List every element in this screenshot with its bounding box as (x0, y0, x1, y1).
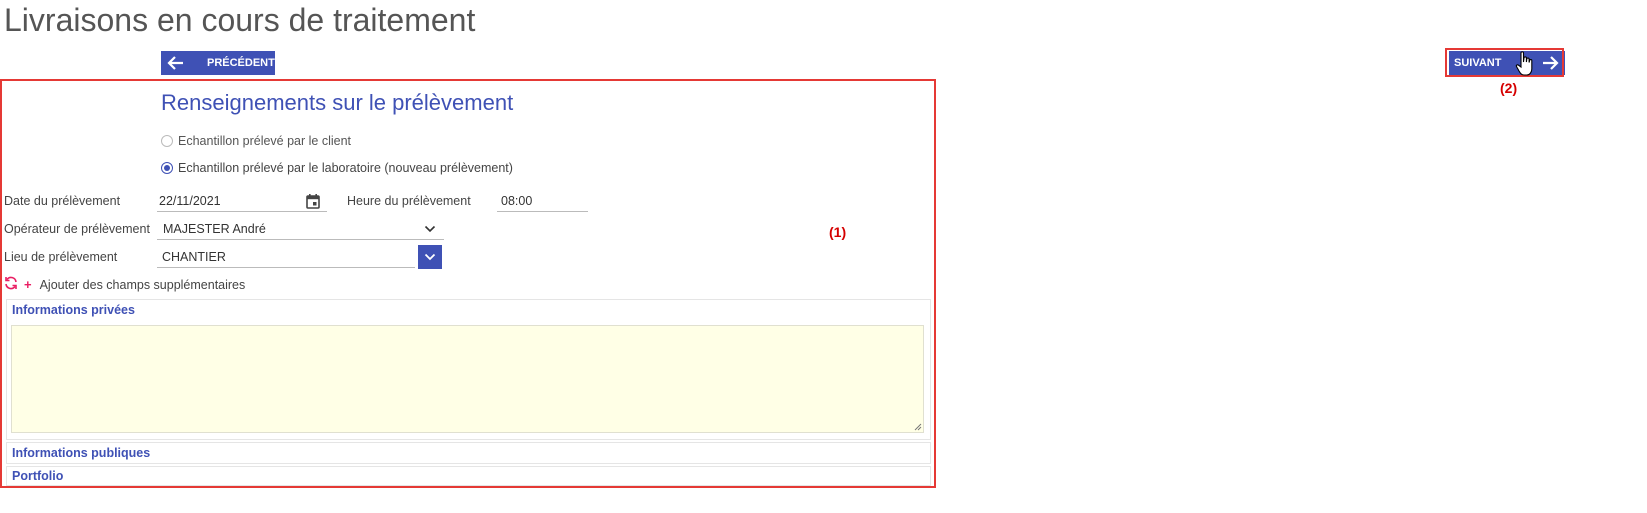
arrow-left-icon (163, 51, 187, 75)
place-value: CHANTIER (162, 249, 226, 264)
private-info-header[interactable]: Informations privées (7, 300, 930, 320)
private-info-section: Informations privées (6, 299, 931, 440)
date-label: Date du prélèvement (4, 194, 121, 208)
hand-cursor-icon (1515, 50, 1535, 78)
annotation-next: (2) (1500, 80, 1518, 96)
date-field[interactable]: 22/11/2021 (157, 190, 327, 212)
radio-button[interactable] (161, 162, 173, 174)
previous-button[interactable]: PRÉCÉDENT (161, 51, 275, 75)
place-label: Lieu de prélèvement (4, 250, 118, 264)
place-dropdown-button[interactable] (418, 245, 442, 269)
calendar-icon[interactable] (305, 193, 321, 209)
place-field[interactable]: CHANTIER (157, 246, 415, 268)
radio-button[interactable] (161, 135, 173, 147)
public-info-header[interactable]: Informations publiques (7, 443, 930, 463)
page-title: Livraisons en cours de traitement (4, 2, 476, 38)
section-title: Renseignements sur le prélèvement (161, 90, 514, 115)
radio-label: Echantillon prélevé par le client (178, 134, 352, 148)
radio-label: Echantillon prélevé par le laboratoire (… (178, 161, 513, 175)
next-button[interactable]: SUIVANT (1449, 51, 1565, 75)
chevron-down-icon (422, 221, 438, 237)
date-value: 22/11/2021 (159, 193, 221, 208)
annotation-panel: (1) (829, 224, 847, 240)
time-label: Heure du prélèvement (347, 194, 471, 208)
public-info-section: Informations publiques (6, 442, 931, 464)
chevron-down-icon (424, 253, 436, 261)
operator-value: MAJESTER André (163, 221, 266, 236)
arrow-right-icon (1539, 51, 1563, 75)
time-value: 08:00 (501, 193, 533, 208)
time-field[interactable]: 08:00 (497, 190, 588, 212)
portfolio-section: Portfolio (6, 466, 931, 486)
private-info-textarea[interactable] (11, 325, 924, 433)
resize-grip-icon[interactable] (913, 422, 922, 431)
operator-select[interactable]: MAJESTER André (157, 218, 444, 240)
refresh-icon[interactable] (4, 276, 18, 293)
radio-lab-sampled[interactable]: Echantillon prélevé par le laboratoire (… (161, 161, 513, 175)
add-fields-row[interactable]: + Ajouter des champs supplémentaires (4, 276, 245, 293)
add-plus[interactable]: + (24, 277, 32, 292)
next-button-label: SUIVANT (1454, 57, 1502, 69)
portfolio-header[interactable]: Portfolio (7, 467, 930, 486)
previous-button-label: PRÉCÉDENT (207, 57, 275, 69)
add-fields-label[interactable]: Ajouter des champs supplémentaires (40, 278, 246, 292)
operator-label: Opérateur de prélèvement (4, 222, 150, 236)
radio-client-sampled[interactable]: Echantillon prélevé par le client (161, 134, 351, 148)
